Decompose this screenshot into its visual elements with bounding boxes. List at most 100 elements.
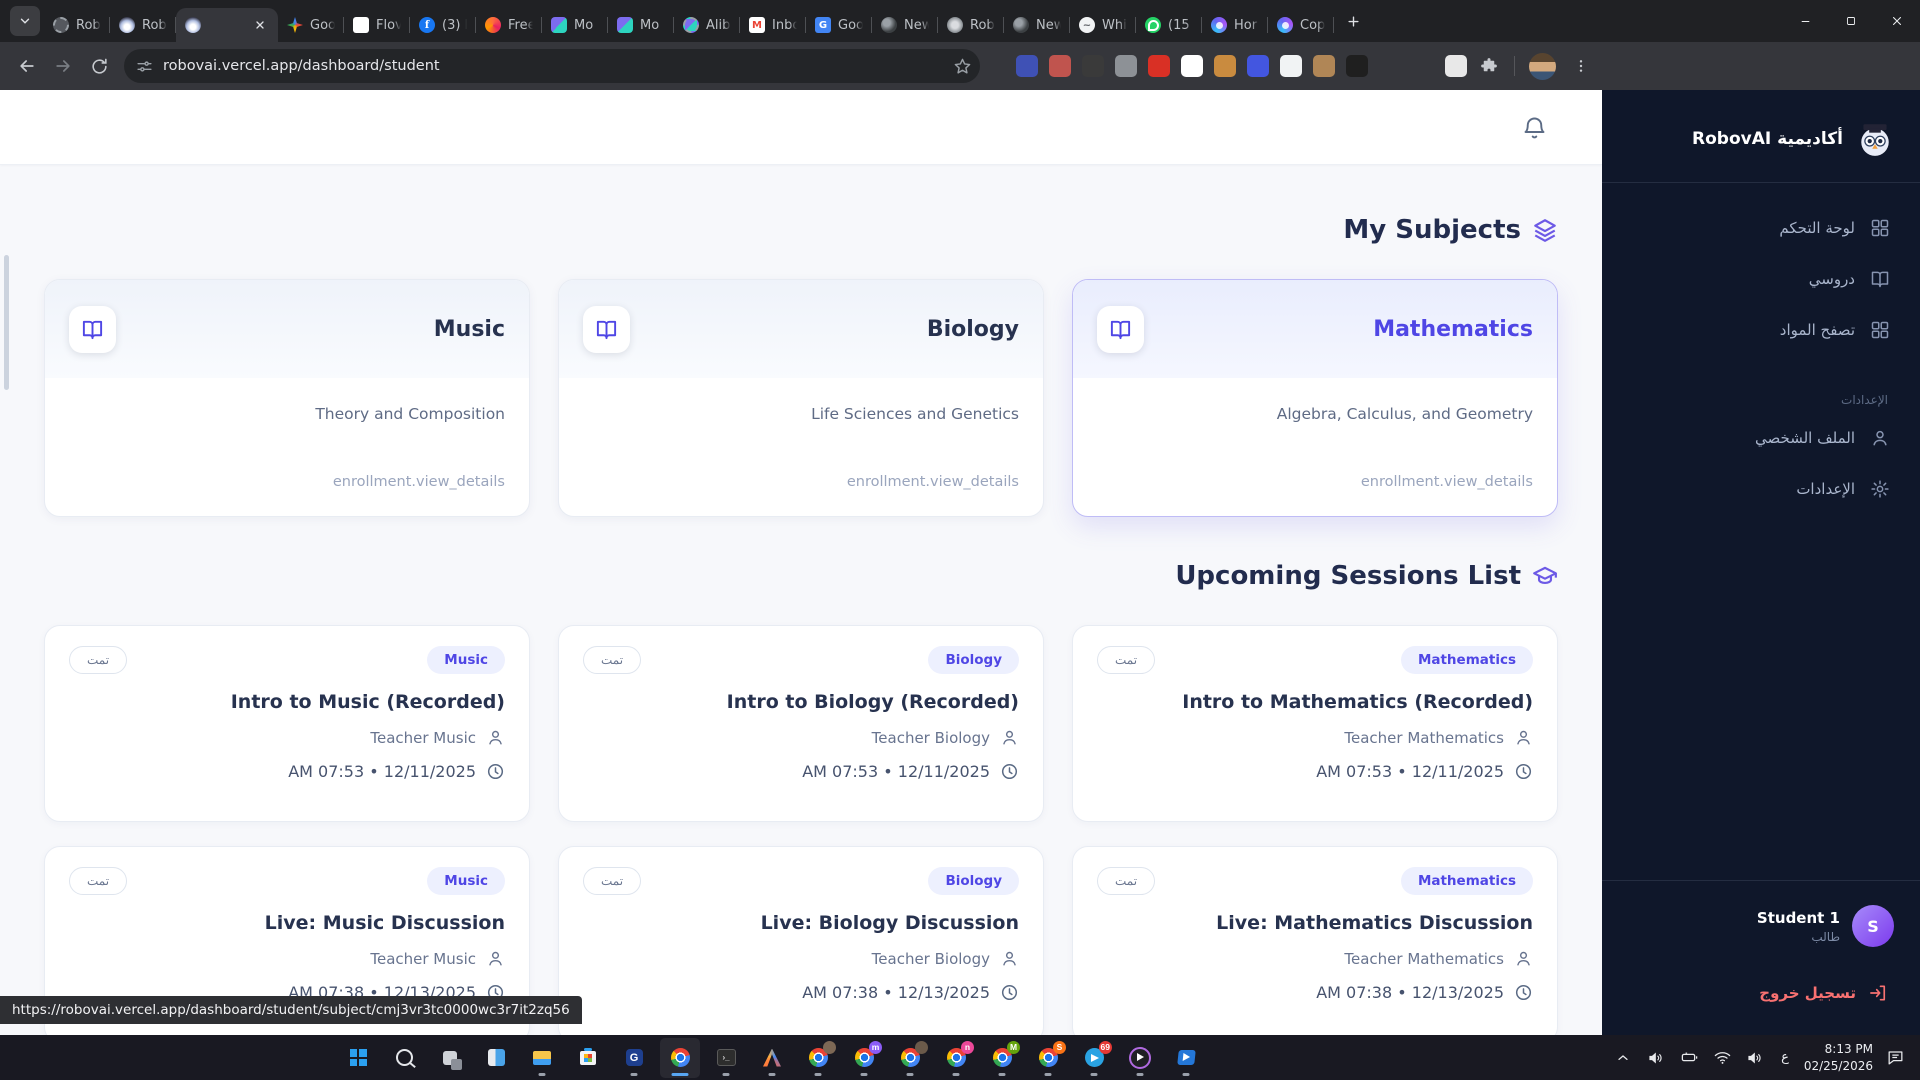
- ext-flower-icon[interactable]: [1049, 55, 1071, 77]
- ext-tan-icon[interactable]: [1313, 55, 1335, 77]
- chrome-profile-6-button[interactable]: S: [1028, 1038, 1068, 1078]
- browser-tab[interactable]: Alib: [674, 8, 740, 42]
- widgets-button[interactable]: [476, 1038, 516, 1078]
- volume-icon-2[interactable]: [1744, 1047, 1766, 1069]
- chrome-button[interactable]: [660, 1038, 700, 1078]
- volume-icon[interactable]: [1645, 1047, 1667, 1069]
- browser-tab[interactable]: Whi: [1070, 8, 1136, 42]
- browser-tab[interactable]: Mo: [542, 8, 608, 42]
- ext-s-gray-icon[interactable]: [1115, 55, 1137, 77]
- search-button[interactable]: [384, 1038, 424, 1078]
- notifications-button[interactable]: [1514, 107, 1554, 147]
- browser-tab[interactable]: Goo: [806, 8, 872, 42]
- wifi-icon[interactable]: [1711, 1047, 1733, 1069]
- session-card-live-mathematics[interactable]: Mathematics تمت Live: Mathematics Discus…: [1072, 846, 1558, 1035]
- ext-lens-icon[interactable]: [1346, 55, 1368, 77]
- browser-tab[interactable]: Flov: [344, 8, 410, 42]
- sidebar-item-dashboard[interactable]: لوحة التحكم: [1618, 207, 1904, 249]
- browser-tab[interactable]: Hor: [1202, 8, 1268, 42]
- browser-tab[interactable]: Inbo: [740, 8, 806, 42]
- browser-tab[interactable]: Rob: [44, 8, 110, 42]
- session-card-live-biology[interactable]: Biology تمت Live: Biology Discussion Tea…: [558, 846, 1044, 1035]
- start-button[interactable]: [338, 1038, 378, 1078]
- chrome-profile-2-button[interactable]: m: [844, 1038, 884, 1078]
- logout-button[interactable]: تسجيل خروج: [1628, 947, 1894, 1035]
- subject-card-music[interactable]: Music Theory and Composition enrollment.…: [44, 279, 530, 517]
- sidebar-item-settings[interactable]: الإعدادات: [1618, 468, 1904, 510]
- new-tab-button[interactable]: [1338, 6, 1368, 36]
- session-card-intro-music[interactable]: Music تمت Intro to Music (Recorded) Teac…: [44, 625, 530, 822]
- reload-button[interactable]: [82, 49, 116, 83]
- movies-button[interactable]: [1166, 1038, 1206, 1078]
- battery-icon[interactable]: [1678, 1047, 1700, 1069]
- session-card-intro-biology[interactable]: Biology تمت Intro to Biology (Recorded) …: [558, 625, 1044, 822]
- subject-view-details-link[interactable]: enrollment.view_details: [45, 474, 529, 516]
- extensions-puzzle-icon[interactable]: [1478, 55, 1500, 77]
- user-row[interactable]: S Student 1 طالب: [1628, 905, 1894, 947]
- subject-card-biology[interactable]: Biology Life Sciences and Genetics enrol…: [558, 279, 1044, 517]
- profile-avatar[interactable]: [1529, 53, 1556, 80]
- ext-cookie-icon[interactable]: [1214, 55, 1236, 77]
- session-done-button[interactable]: تمت: [1097, 646, 1155, 674]
- sidebar-item-profile[interactable]: الملف الشخصي: [1618, 417, 1904, 459]
- file-explorer-button[interactable]: [522, 1038, 562, 1078]
- browser-tab[interactable]: New: [872, 8, 938, 42]
- sidebar-item-my-lessons[interactable]: دروسي: [1618, 258, 1904, 300]
- session-done-button[interactable]: تمت: [583, 867, 641, 895]
- browser-tab[interactable]: New: [1004, 8, 1070, 42]
- session-done-button[interactable]: تمت: [69, 867, 127, 895]
- url-bar[interactable]: robovai.vercel.app/dashboard/student: [124, 49, 980, 83]
- ext-phone-icon[interactable]: [1280, 55, 1302, 77]
- session-card-intro-mathematics[interactable]: Mathematics تمت Intro to Mathematics (Re…: [1072, 625, 1558, 822]
- ext-wave-icon[interactable]: [1247, 55, 1269, 77]
- browser-tab[interactable]: Cop: [1268, 8, 1334, 42]
- tray-overflow-button[interactable]: [1612, 1047, 1634, 1069]
- url-text[interactable]: robovai.vercel.app/dashboard/student: [163, 58, 943, 74]
- browser-tab[interactable]: [176, 8, 278, 42]
- a-app-button[interactable]: [752, 1038, 792, 1078]
- ext-shield-icon[interactable]: [1148, 55, 1170, 77]
- store-button[interactable]: [568, 1038, 608, 1078]
- session-done-button[interactable]: تمت: [583, 646, 641, 674]
- sidebar-item-browse-subjects[interactable]: تصفح المواد: [1618, 309, 1904, 351]
- ext-thumb-icon[interactable]: [1445, 55, 1467, 77]
- maximize-button[interactable]: [1828, 0, 1874, 42]
- session-done-button[interactable]: تمت: [69, 646, 127, 674]
- browser-tab[interactable]: Goo: [278, 8, 344, 42]
- tab-search-button[interactable]: [10, 6, 40, 36]
- session-done-button[interactable]: تمت: [1097, 867, 1155, 895]
- browser-menu-button[interactable]: [1567, 49, 1593, 83]
- browser-tab[interactable]: Rob: [938, 8, 1004, 42]
- telegram-button[interactable]: 69: [1074, 1038, 1114, 1078]
- ext-globe-icon[interactable]: [1016, 55, 1038, 77]
- browser-tab[interactable]: Free: [476, 8, 542, 42]
- taskbar-clock[interactable]: 8:13 PM 02/25/2026: [1804, 1041, 1873, 1073]
- player-button[interactable]: [1120, 1038, 1160, 1078]
- chrome-profile-5-button[interactable]: M: [982, 1038, 1022, 1078]
- browser-tab[interactable]: Mo: [608, 8, 674, 42]
- tab-close-icon[interactable]: [251, 16, 269, 34]
- vimeo-icon[interactable]: [1379, 55, 1401, 77]
- input-language-indicator[interactable]: ع: [1777, 1050, 1793, 1065]
- subject-view-details-link[interactable]: enrollment.view_details: [559, 474, 1043, 516]
- minimize-button[interactable]: [1782, 0, 1828, 42]
- browser-tab[interactable]: Rob: [110, 8, 176, 42]
- subject-view-details-link[interactable]: enrollment.view_details: [1073, 474, 1557, 516]
- back-button[interactable]: [10, 49, 44, 83]
- forward-button[interactable]: [46, 49, 80, 83]
- browser-tab[interactable]: (15: [1136, 8, 1202, 42]
- task-view-button[interactable]: [430, 1038, 470, 1078]
- site-info-icon[interactable]: [136, 58, 153, 75]
- close-window-button[interactable]: [1874, 0, 1920, 42]
- ext-play-icon[interactable]: [1412, 55, 1434, 77]
- ext-o-icon[interactable]: [1181, 55, 1203, 77]
- notification-center-button[interactable]: [1884, 1047, 1906, 1069]
- browser-tab[interactable]: (3) I: [410, 8, 476, 42]
- chrome-profile-4-button[interactable]: n: [936, 1038, 976, 1078]
- chrome-profile-1-button[interactable]: [798, 1038, 838, 1078]
- terminal-button[interactable]: [706, 1038, 746, 1078]
- ext-dark-icon[interactable]: [1082, 55, 1104, 77]
- subject-card-mathematics[interactable]: Mathematics Algebra, Calculus, and Geome…: [1072, 279, 1558, 517]
- page-scrollbar[interactable]: [4, 255, 9, 390]
- bookmark-star-icon[interactable]: [953, 57, 972, 76]
